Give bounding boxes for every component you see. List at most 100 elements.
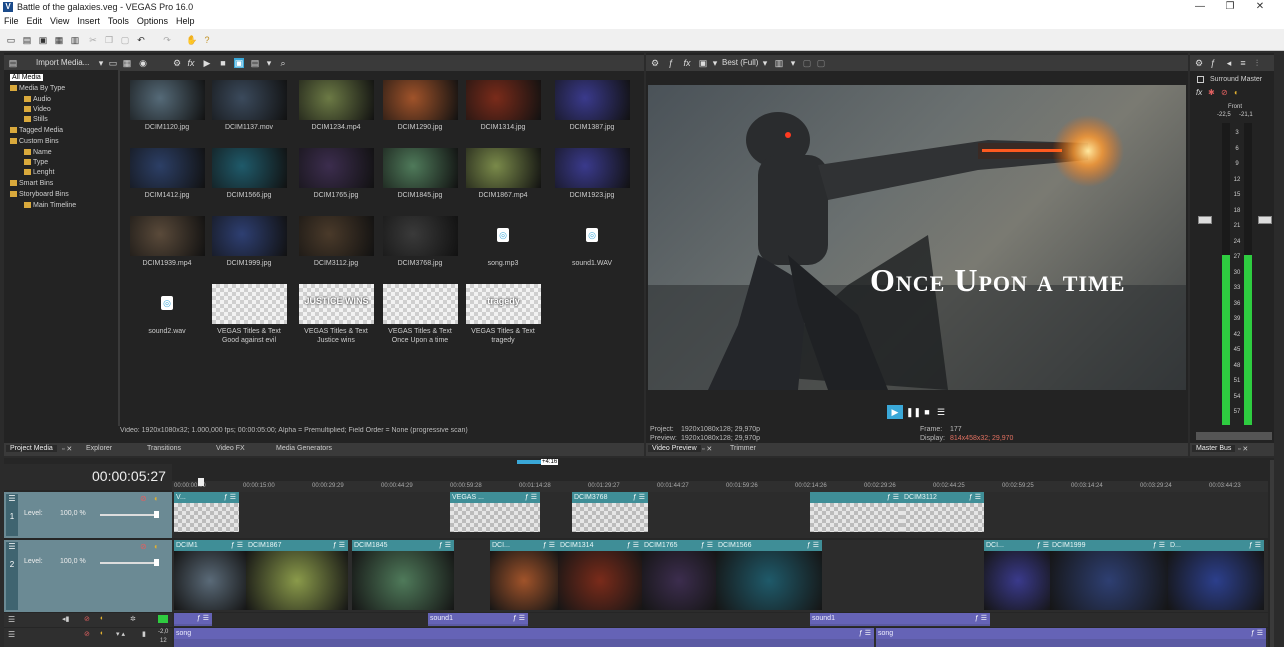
audio-mute-icon[interactable]: ⊘ — [84, 615, 90, 623]
new-project-icon[interactable]: ▭ — [6, 35, 16, 45]
track-header-video-1[interactable]: ☰ 1 ⊘ ◐ Level: 100,0 % — [4, 492, 172, 538]
tab-transitions[interactable]: Transitions — [147, 445, 181, 452]
search-icon[interactable]: ⌕ — [278, 58, 288, 68]
help-pointer-icon[interactable]: ✋ — [186, 35, 197, 45]
level-slider-track[interactable] — [100, 562, 158, 564]
clip-fx-icon[interactable]: ƒ ☰ — [224, 492, 236, 503]
views-dropdown-icon[interactable]: ▾ — [264, 58, 274, 68]
timeline-clip[interactable]: V... ƒ ☰ — [174, 492, 239, 532]
menu-edit[interactable]: Edit — [23, 14, 47, 26]
copy-icon[interactable]: ❐ — [104, 35, 114, 45]
views-icon[interactable]: ▤ — [250, 58, 260, 68]
downmix-icon[interactable]: ◂ — [1224, 58, 1234, 68]
split-dropdown-icon[interactable]: ▾ — [710, 58, 720, 68]
loop-region[interactable] — [517, 460, 541, 464]
tree-item-all-media[interactable]: All Media — [10, 74, 43, 81]
cut-icon[interactable]: ✂ — [88, 35, 98, 45]
preview-properties-icon[interactable]: ⚙ — [650, 58, 660, 68]
media-thumbnail[interactable] — [555, 80, 630, 120]
tree-item-custom-bins[interactable]: Custom Bins — [10, 138, 59, 145]
save-snapshot-icon[interactable]: ▢ — [816, 58, 826, 68]
menu-help[interactable]: Help — [172, 14, 199, 26]
clip-fx-icon[interactable]: ƒ ☰ — [975, 613, 987, 624]
save-icon[interactable]: ▣ — [38, 35, 48, 45]
tab-project-media[interactable]: Project Media — [6, 445, 57, 452]
mixer-icon[interactable]: ⫶ — [1252, 58, 1262, 68]
tree-item-lenght[interactable]: Lenght — [24, 169, 54, 176]
tab-master-bus[interactable]: Master Bus — [1192, 445, 1236, 452]
clip-fx-icon[interactable]: ƒ ☰ — [807, 540, 819, 551]
audio-track-1-lane[interactable]: ƒ ☰ sound1 ƒ ☰ sound1 ƒ ☰ — [172, 613, 1268, 627]
play-icon[interactable]: ▶ — [202, 58, 212, 68]
timeline-clip[interactable]: DCIM1845 ƒ ☰ — [352, 540, 454, 610]
tab-media-generators[interactable]: Media Generators — [276, 445, 332, 452]
quality-dropdown-icon[interactable]: ▾ — [760, 58, 770, 68]
whats-this-icon[interactable]: ? — [202, 35, 212, 45]
menu-file[interactable]: File — [0, 14, 23, 26]
video-track-2-lane[interactable]: DCIM1 ƒ ☰ DCIM1867 ƒ ☰ DCIM1845 ƒ ☰ DCI... ƒ ☰ D… — [172, 540, 1268, 612]
tree-item-type[interactable]: Type — [24, 159, 48, 166]
media-thumbnail[interactable] — [383, 148, 458, 188]
split-screen-icon[interactable]: ▣ — [698, 58, 708, 68]
master-pan-icon[interactable]: ◐ — [1234, 88, 1239, 97]
copy-snapshot-icon[interactable]: ▢ — [802, 58, 812, 68]
clip-fx-icon[interactable]: ƒ ☰ — [525, 492, 537, 503]
media-thumbnail[interactable]: tragedy — [466, 284, 541, 324]
timeline-clip[interactable]: DCIM1765 ƒ ☰ — [642, 540, 716, 610]
clip-fx-icon[interactable]: ƒ ☰ — [1251, 628, 1263, 639]
media-thumbnail[interactable]: ◎ — [555, 216, 630, 256]
timeline-clip[interactable]: DCI... ƒ ☰ — [984, 540, 1052, 610]
preview-play-button[interactable]: ▶ — [887, 405, 903, 419]
import-media-button[interactable]: Import Media... — [36, 58, 89, 67]
tab-close-icon[interactable]: ▫ ✕ — [702, 445, 712, 453]
menu-options[interactable]: Options — [133, 14, 172, 26]
master-bus-fx-icon[interactable]: fx — [1196, 88, 1202, 97]
clip-fx-icon[interactable]: ƒ ☰ — [1037, 540, 1049, 551]
clip-fx-icon[interactable]: ƒ ☰ — [859, 628, 871, 639]
preview-quality-select[interactable]: Best (Full) — [722, 58, 758, 67]
level-slider-thumb[interactable] — [154, 511, 159, 518]
audio-solo-icon[interactable]: ◐ — [100, 615, 104, 622]
capture-icon[interactable]: ▭ — [108, 58, 118, 68]
tab-close-icon[interactable]: ▫ ✕ — [62, 445, 72, 453]
media-thumbnail[interactable]: ◎ — [130, 284, 205, 324]
media-thumbnail[interactable] — [212, 216, 287, 256]
timeline-clip[interactable]: ƒ ☰ — [810, 492, 902, 532]
video-output-fx-icon[interactable]: fx — [682, 58, 692, 68]
timeline-clip[interactable]: DCIM1 ƒ ☰ — [174, 540, 246, 610]
timeline-clip[interactable]: DCIM1314 ƒ ☰ — [558, 540, 642, 610]
media-thumbnail[interactable] — [212, 148, 287, 188]
track-mute-icon[interactable]: ⊘ — [140, 494, 147, 503]
timeline-clip[interactable]: D... ƒ ☰ — [1168, 540, 1264, 610]
render-icon[interactable]: ▦ — [54, 35, 64, 45]
playhead-marker[interactable] — [198, 478, 204, 486]
level-slider-thumb[interactable] — [154, 559, 159, 566]
master-checkbox[interactable] — [1197, 76, 1204, 83]
media-thumbnail[interactable] — [130, 80, 205, 120]
media-thumbnail[interactable] — [130, 148, 205, 188]
master-mute-icon[interactable]: ✱ — [1208, 88, 1215, 97]
timeline-clip[interactable]: DCIM3112 ƒ ☰ — [902, 492, 984, 532]
properties-icon[interactable]: ▥ — [70, 35, 80, 45]
audio-track-2-lane[interactable]: song ƒ ☰ song ƒ ☰ — [172, 628, 1268, 647]
timeline-clip[interactable]: ƒ ☰ — [174, 613, 212, 626]
clip-fx-icon[interactable]: ƒ ☰ — [197, 613, 209, 624]
audio-pan-icon[interactable]: ▾ ▴ — [116, 630, 125, 638]
audio-solo-icon[interactable]: ◐ — [100, 630, 104, 637]
timeline-ruler[interactable]: 00:00:00:00 00:00:15:00 00:00:29:29 00:00:4… — [172, 481, 1268, 492]
level-slider-track[interactable] — [100, 514, 158, 516]
timeline-clip[interactable]: DCIM1999 ƒ ☰ — [1050, 540, 1168, 610]
timeline-clip[interactable]: DCIM1566 ƒ ☰ — [716, 540, 822, 610]
media-thumbnail[interactable] — [299, 216, 374, 256]
import-icon[interactable]: ▤ — [8, 58, 18, 68]
preview-menu-icon[interactable]: ☰ — [935, 405, 947, 419]
maximize-button[interactable]: ❐ — [1216, 0, 1244, 14]
media-thumbnail[interactable]: JUSTICE WINS — [299, 284, 374, 324]
tree-item-stills[interactable]: Stills — [24, 116, 48, 123]
media-thumbnail[interactable] — [466, 148, 541, 188]
track-menu-icon[interactable]: ☰ — [8, 615, 15, 624]
preview-pause-button[interactable]: ❚❚ — [906, 405, 921, 419]
timeline-clip[interactable]: sound1 ƒ ☰ — [428, 613, 528, 626]
timeline-clip[interactable]: song ƒ ☰ — [876, 628, 1266, 647]
tree-item-main-timeline[interactable]: Main Timeline — [24, 202, 76, 209]
